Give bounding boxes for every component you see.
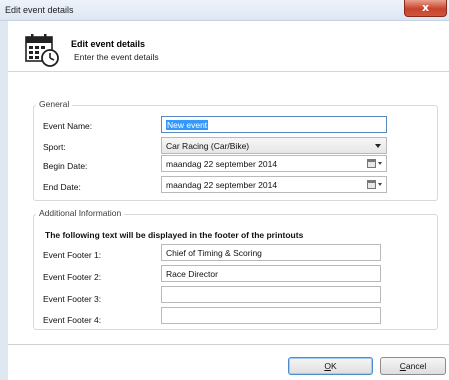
event-footer-1-value: Chief of Timing & Scoring (166, 248, 262, 258)
end-date-label: End Date: (43, 182, 81, 192)
cancel-button[interactable]: Cancel (380, 357, 446, 375)
general-group-legend: General (36, 99, 73, 109)
event-footer-2-input[interactable]: Race Director (161, 265, 381, 282)
calendar-dropdown-icon[interactable] (367, 159, 382, 169)
button-area-divider (8, 344, 449, 345)
event-footer-4-input[interactable] (161, 307, 381, 324)
window-frame-left (0, 21, 8, 380)
additional-info-legend: Additional Information (36, 208, 125, 218)
event-name-input[interactable]: New event (161, 116, 387, 133)
ok-mnemonic: O (324, 361, 331, 371)
window-title: Edit event details (5, 5, 74, 15)
header-title: Edit event details (71, 39, 146, 49)
header-subtitle: Enter the event details (74, 52, 159, 62)
close-icon: x (421, 1, 430, 14)
event-name-value: New event (166, 120, 209, 130)
end-date-value: maandag 22 september 2014 (166, 180, 278, 190)
event-footer-4-label: Event Footer 4: (43, 315, 102, 325)
begin-date-label: Begin Date: (43, 161, 88, 171)
dialog-header: Edit event details Enter the event detai… (8, 22, 449, 72)
event-footer-2-value: Race Director (166, 269, 218, 279)
sport-value: Car Racing (Car/Bike) (166, 141, 250, 151)
sport-label: Sport: (43, 142, 66, 152)
calendar-dropdown-icon[interactable] (367, 180, 382, 190)
event-name-label: Event Name: (43, 121, 93, 131)
close-button[interactable]: x (404, 0, 447, 17)
event-footer-2-label: Event Footer 2: (43, 272, 102, 282)
begin-date-value: maandag 22 september 2014 (166, 159, 278, 169)
end-date-picker[interactable]: maandag 22 september 2014 (161, 176, 387, 193)
title-bar: Edit event details x (0, 0, 449, 21)
event-footer-3-label: Event Footer 3: (43, 294, 102, 304)
calendar-clock-icon (25, 34, 59, 67)
chevron-down-icon (375, 144, 381, 148)
cancel-label-rest: ancel (405, 361, 427, 371)
sport-dropdown[interactable]: Car Racing (Car/Bike) (161, 137, 387, 154)
ok-label-rest: K (330, 361, 337, 371)
begin-date-picker[interactable]: maandag 22 september 2014 (161, 155, 387, 172)
footer-note: The following text will be displayed in … (45, 230, 304, 240)
event-footer-3-input[interactable] (161, 286, 381, 303)
ok-button[interactable]: OK (288, 357, 373, 375)
event-footer-1-input[interactable]: Chief of Timing & Scoring (161, 244, 381, 261)
event-footer-1-label: Event Footer 1: (43, 250, 102, 260)
